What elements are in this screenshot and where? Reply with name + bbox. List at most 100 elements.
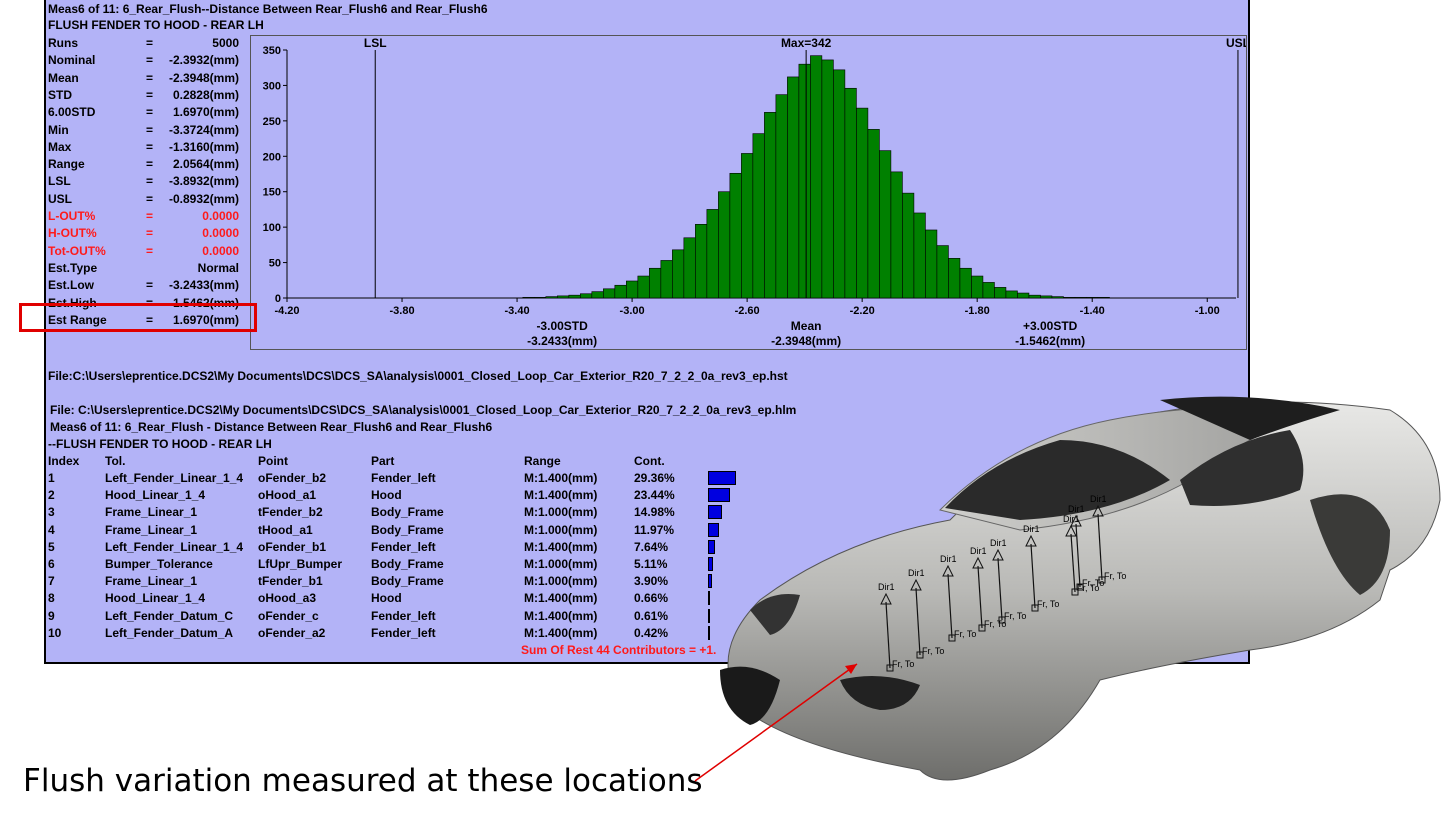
cell-range: M:1.400(mm) <box>524 488 598 503</box>
stat-equals: = <box>146 226 154 241</box>
histogram-bar <box>936 245 949 299</box>
histogram-bar <box>890 171 903 299</box>
column-header: Tol. <box>105 454 126 468</box>
sum-rest-text: Sum Of Rest 44 Contributors = +1. <box>521 643 717 657</box>
stat-equals: = <box>146 157 154 172</box>
histogram-bar <box>626 280 639 299</box>
stat-label: USL <box>48 191 72 206</box>
histogram-bar <box>603 288 616 299</box>
stat-value: Normal <box>197 260 239 275</box>
marker-label: Mean <box>791 319 822 333</box>
stat-equals: = <box>146 87 154 102</box>
cell-part: Body_Frame <box>371 505 444 520</box>
stat-value: -3.8932(mm) <box>168 174 239 189</box>
fr-label: Fr, To <box>1037 599 1059 609</box>
histogram-bar <box>695 224 708 299</box>
stat-label: Est.Type <box>48 260 98 275</box>
dir-label: Dir1 <box>940 554 957 564</box>
cell-cont: 29.36% <box>634 471 675 485</box>
stat-equals: = <box>146 278 154 293</box>
cell-range: M:1.400(mm) <box>524 591 598 606</box>
x-tick-label: -3.40 <box>505 305 530 317</box>
histogram-bar <box>741 153 754 299</box>
cell-index: 6 <box>48 557 55 571</box>
fr-label: Fr, To <box>984 619 1006 629</box>
stat-value: 0.0000 <box>202 226 239 241</box>
histogram-bar <box>706 209 719 299</box>
cell-range: M:1.400(mm) <box>524 608 598 623</box>
marker-label: -3.00STD <box>536 319 588 333</box>
cell-part: Body_Frame <box>371 522 444 537</box>
stat-equals: = <box>146 70 154 85</box>
stat-label: L-OUT% <box>48 209 96 223</box>
stat-equals: = <box>146 53 154 68</box>
dir-label: Dir1 <box>970 546 987 556</box>
cell-point: oHood_a3 <box>258 591 317 606</box>
stat-equals: = <box>146 139 154 154</box>
y-tick-label: 300 <box>263 80 281 92</box>
y-tick-label: 0 <box>275 293 281 305</box>
cell-part: Body_Frame <box>371 557 444 571</box>
cell-point: tFender_b1 <box>258 574 323 589</box>
cell-point: LfUpr_Bumper <box>258 557 343 571</box>
histogram-chart: 0 50 100 150 200 250 300 350 -4.20 -3.80 -3.40 -3.0… <box>250 35 1247 350</box>
stat-value: 1.6970(mm) <box>172 105 239 120</box>
cell-cont: 3.90% <box>634 574 669 589</box>
cell-range: M:1.000(mm) <box>524 557 598 571</box>
cell-tol: Left_Fender_Linear_1_4 <box>105 539 244 554</box>
cell-point: oFender_c <box>258 608 319 623</box>
fr-label: Fr, To <box>1104 571 1126 581</box>
stat-equals: = <box>146 191 154 206</box>
fr-label: Fr, To <box>892 659 914 669</box>
y-tick-label: 200 <box>263 151 281 163</box>
column-header: Part <box>371 454 395 468</box>
stat-label: Tot-OUT% <box>48 243 106 258</box>
cell-range: M:1.000(mm) <box>524 574 598 589</box>
stat-value: -3.2433(mm) <box>168 278 239 293</box>
cell-cont: 0.42% <box>634 625 669 640</box>
stat-value: 2.0564(mm) <box>172 157 239 172</box>
histogram-bar <box>1063 296 1076 299</box>
cell-cont: 0.66% <box>634 591 669 606</box>
cell-tol: Hood_Linear_1_4 <box>105 488 206 503</box>
histogram-bar <box>764 112 777 299</box>
marker-label: +3.00STD <box>1023 319 1078 333</box>
histogram-bar <box>591 291 604 299</box>
cell-index: 5 <box>48 539 55 554</box>
histogram-bar <box>557 295 570 299</box>
cell-tol: Frame_Linear_1 <box>105 522 198 537</box>
histogram-bar <box>1017 292 1030 299</box>
histogram-bar <box>545 296 558 299</box>
cell-cont: 11.97% <box>634 522 675 537</box>
est-range-highlight <box>19 303 257 332</box>
histogram-bar <box>787 76 800 299</box>
histogram-bar <box>649 267 662 299</box>
histogram-bar <box>879 150 892 299</box>
dir-label: Dir1 <box>878 582 895 592</box>
stat-equals: = <box>146 243 154 258</box>
column-header: Range <box>524 454 561 468</box>
histogram-bar <box>729 172 742 299</box>
stat-value: -2.3932(mm) <box>168 53 239 68</box>
cell-index: 7 <box>48 574 55 589</box>
histogram-bar <box>902 192 915 299</box>
fr-label: Fr, To <box>954 629 976 639</box>
histogram-bar <box>948 258 961 299</box>
cell-part: Fender_left <box>371 471 436 485</box>
stat-label: Min <box>48 122 69 137</box>
stat-label: STD <box>48 87 72 102</box>
cell-cont: 5.11% <box>634 557 668 571</box>
histogram-bar <box>683 237 696 299</box>
x-tick-label: -3.00 <box>620 305 645 317</box>
stat-equals: = <box>146 174 154 189</box>
usl-line-label: USL <box>1226 36 1246 50</box>
fr-label: Fr, To <box>922 646 944 656</box>
stat-label: Est.Low <box>48 278 95 293</box>
x-tick-label: -3.80 <box>389 305 414 317</box>
x-tick-label: -1.00 <box>1195 305 1220 317</box>
meas-desc: --FLUSH FENDER TO HOOD - REAR LH <box>48 437 272 451</box>
cell-point: oFender_b2 <box>258 471 327 485</box>
histogram-bar <box>580 293 593 299</box>
histogram-bar <box>971 275 984 299</box>
x-tick-label: -1.40 <box>1080 305 1105 317</box>
